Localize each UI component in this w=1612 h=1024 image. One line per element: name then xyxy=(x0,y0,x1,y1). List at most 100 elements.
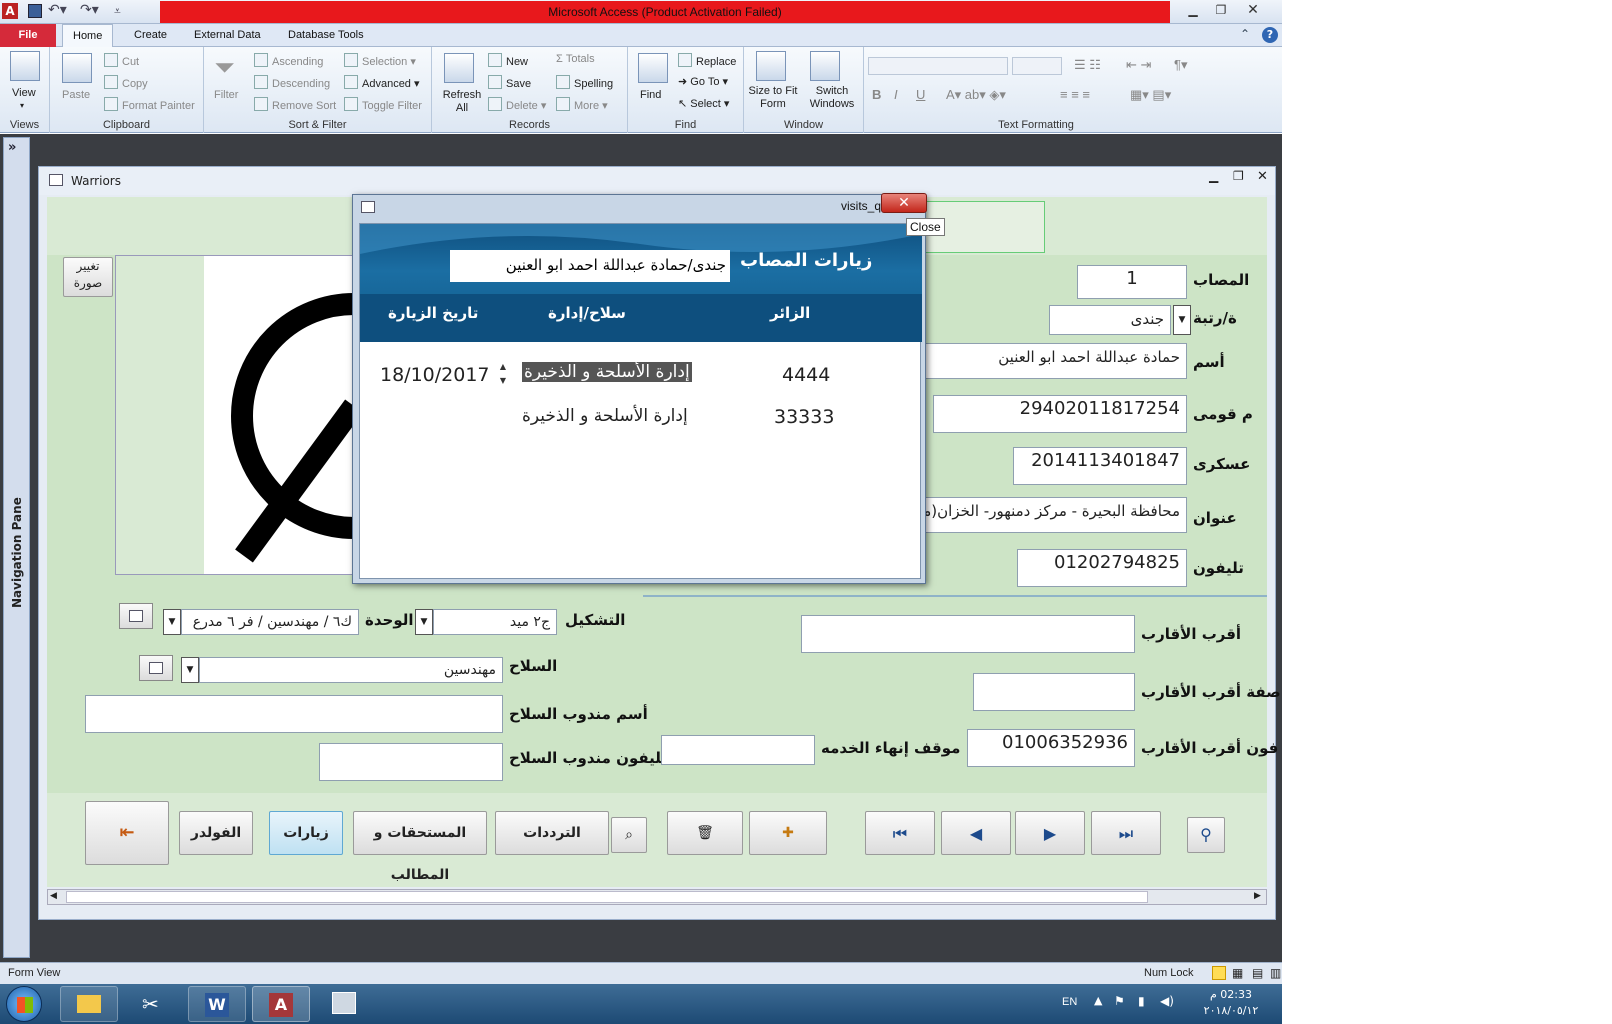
first-record-button[interactable]: ⏮ xyxy=(865,811,935,855)
spelling-button[interactable]: Spelling xyxy=(556,75,613,90)
row2-weapon[interactable]: إدارة الأسلحة و الذخيرة xyxy=(522,406,688,426)
gridlines-icon[interactable]: ▦▾ ▤▾ xyxy=(1130,87,1171,103)
previous-record-button[interactable]: ◀ xyxy=(941,811,1011,855)
row2-visitor[interactable]: 33333 xyxy=(774,406,834,428)
maximize-icon[interactable]: ❐ xyxy=(1208,2,1234,20)
next-record-button[interactable]: ▶ xyxy=(1015,811,1085,855)
row1-date[interactable]: 18/10/2017 xyxy=(380,364,490,386)
minimize-ribbon-icon[interactable]: ⌃ xyxy=(1240,27,1250,41)
row1-spinner-icon[interactable]: ▲ ▼ xyxy=(496,360,510,394)
switch-windows-button[interactable]: Switch Windows xyxy=(802,85,862,111)
toggle-filter-button[interactable]: Toggle Filter xyxy=(344,97,422,112)
rank-field[interactable]: جندى xyxy=(1049,305,1171,335)
save-quick-icon[interactable] xyxy=(28,4,42,18)
taskbar-app[interactable] xyxy=(316,986,374,1022)
undo-icon[interactable]: ↶▾ xyxy=(48,2,67,18)
name-field[interactable]: حمادة عبداللة احمد ابو العنين xyxy=(907,343,1187,379)
navigation-pane[interactable]: » Navigation Pane xyxy=(3,137,30,958)
search-button[interactable]: ⌕ xyxy=(611,817,647,853)
redo-icon[interactable]: ↷▾ xyxy=(80,2,99,18)
view-dropdown-icon[interactable]: ▾ xyxy=(20,101,24,110)
copy-button[interactable]: Copy xyxy=(104,75,148,90)
form-restore-icon[interactable]: ❐ xyxy=(1233,169,1244,183)
scroll-thumb[interactable] xyxy=(66,891,1148,903)
weapon-field[interactable]: مهندسين xyxy=(199,657,503,683)
remove-sort-button[interactable]: Remove Sort xyxy=(254,97,336,112)
service-end-field[interactable] xyxy=(661,735,815,765)
scroll-left-icon[interactable]: ◀ xyxy=(50,891,57,901)
select-button[interactable]: ↖ Select ▾ xyxy=(678,97,729,110)
new-record-form-button[interactable]: ✚ xyxy=(749,811,827,855)
tray-expand-icon[interactable]: ▲ xyxy=(1094,994,1102,1007)
view-icon[interactable] xyxy=(10,51,40,81)
relative-relation-field[interactable] xyxy=(973,673,1135,711)
layout-view-icon[interactable]: ▤ xyxy=(1252,966,1263,980)
taskbar-access[interactable]: A xyxy=(252,986,310,1022)
tab-create[interactable]: Create xyxy=(124,24,177,47)
folder-button[interactable]: الفولدر xyxy=(179,811,253,855)
taskbar-snipping[interactable]: ✂ xyxy=(124,986,182,1022)
row1-weapon[interactable]: إدارة الأسلحة و الذخيرة xyxy=(522,362,692,382)
scroll-right-icon[interactable]: ▶ xyxy=(1254,891,1261,901)
totals-button[interactable]: Σ Totals xyxy=(556,53,595,65)
view-button[interactable]: View xyxy=(12,87,36,99)
address-field[interactable]: محافظة البحيرة - مركز دمنهور- الخزان(مني… xyxy=(907,497,1187,533)
expand-nav-icon[interactable]: » xyxy=(8,140,16,155)
find-record-button[interactable]: ⚲ xyxy=(1187,817,1225,853)
filter-button[interactable]: Filter xyxy=(214,89,238,101)
weapon-rep-phone-field[interactable] xyxy=(319,743,503,781)
font-color-icon[interactable]: A▾ ab▾ ◈▾ xyxy=(946,87,1006,103)
ascending-button[interactable]: Ascending xyxy=(254,53,323,68)
form-view-icon[interactable] xyxy=(1212,966,1226,980)
tab-file[interactable]: File xyxy=(0,24,56,47)
injured-no-field[interactable]: 1 xyxy=(1077,265,1187,299)
delete-record-form-button[interactable]: 🗑 xyxy=(667,811,743,855)
taskbar-word[interactable]: W xyxy=(188,986,246,1022)
relative-phone-field[interactable]: 01006352936 xyxy=(967,729,1135,767)
rank-dropdown-icon[interactable]: ▼ xyxy=(1173,305,1191,335)
formation-dropdown-icon[interactable]: ▼ xyxy=(415,609,433,635)
action-center-icon[interactable]: ⚑ xyxy=(1114,994,1125,1008)
datasheet-view-icon[interactable]: ▦ xyxy=(1232,966,1243,980)
new-record-button[interactable]: New xyxy=(488,53,528,68)
go-to-button[interactable]: ➜ Go To ▾ xyxy=(678,75,728,88)
weapon-rep-name-field[interactable] xyxy=(85,695,503,733)
frequencies-button[interactable]: الترددات xyxy=(495,811,609,855)
national-id-field[interactable]: 29402011817254 xyxy=(933,395,1187,433)
help-icon[interactable]: ? xyxy=(1262,27,1278,43)
replace-button[interactable]: Replace xyxy=(678,53,736,68)
format-painter-button[interactable]: Format Painter xyxy=(104,97,195,112)
cut-button[interactable]: Cut xyxy=(104,53,139,68)
underline-icon[interactable]: U xyxy=(916,87,925,102)
form-hscroll[interactable]: ◀ ▶ xyxy=(47,889,1267,905)
unit-dropdown-icon[interactable]: ▼ xyxy=(163,609,181,635)
bullets-icon[interactable]: ☰ ☷ xyxy=(1074,57,1101,73)
popup-close-button[interactable]: ✕ xyxy=(881,193,927,213)
align-icon[interactable]: ≡ ≡ ≡ xyxy=(1060,87,1090,102)
paste-button[interactable]: Paste xyxy=(62,89,90,101)
exit-button[interactable]: ⇤ xyxy=(85,801,169,865)
design-view-icon[interactable]: ▥ xyxy=(1270,966,1281,980)
dues-button[interactable]: المستحقات و المطالب xyxy=(353,811,487,883)
clock-time[interactable]: 02:33 م xyxy=(1196,988,1266,1001)
font-size-select[interactable] xyxy=(1012,57,1062,75)
find-button[interactable]: Find xyxy=(640,89,661,101)
close-icon[interactable]: ✕ xyxy=(1240,2,1266,20)
advanced-button[interactable]: Advanced ▾ xyxy=(344,75,420,90)
last-record-button[interactable]: ⏭ xyxy=(1091,811,1161,855)
minimize-icon[interactable]: ▁ xyxy=(1180,2,1206,20)
save-record-button[interactable]: Save xyxy=(488,75,531,90)
phone-field[interactable]: 01202794825 xyxy=(1017,549,1187,587)
weapon-lookup-button[interactable] xyxy=(139,655,173,681)
rank-combo[interactable]: جندى ▼ xyxy=(1049,305,1191,335)
access-logo-icon[interactable]: A xyxy=(2,3,18,19)
form-close-icon[interactable]: ✕ xyxy=(1257,169,1268,184)
start-button[interactable] xyxy=(6,986,42,1022)
delete-record-button[interactable]: Delete ▾ xyxy=(488,97,546,112)
unit-field[interactable]: ك٦ / مهندسين / فر ٦ مدرع xyxy=(181,609,359,635)
bold-icon[interactable]: B xyxy=(872,87,881,102)
more-button[interactable]: More ▾ xyxy=(556,97,608,112)
tab-external-data[interactable]: External Data xyxy=(184,24,271,47)
visits-button[interactable]: زيارات xyxy=(269,811,343,855)
change-photo-button[interactable]: تغيير صورة xyxy=(63,257,113,297)
